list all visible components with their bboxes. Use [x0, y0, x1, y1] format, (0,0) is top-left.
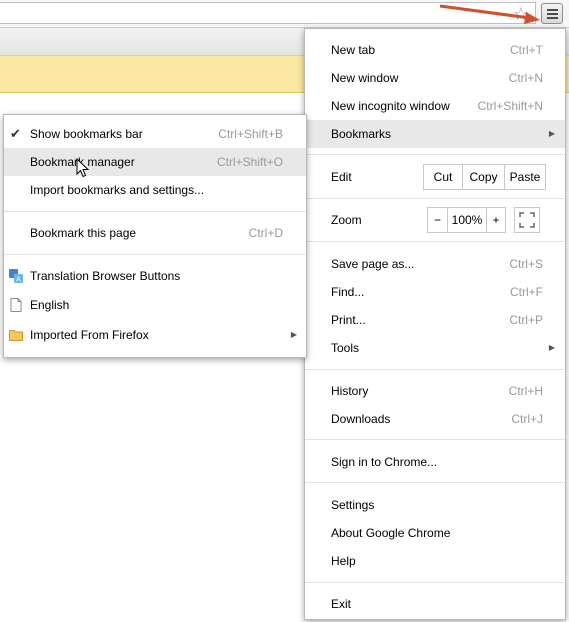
folder-icon [9, 330, 23, 341]
menu-item-about[interactable]: About Google Chrome [305, 519, 565, 547]
svg-text:A: A [16, 277, 21, 284]
menu-separator [305, 439, 565, 440]
zoom-out-button[interactable]: − [428, 208, 448, 232]
menu-separator [4, 211, 306, 212]
menu-item-settings[interactable]: Settings [305, 491, 565, 519]
menu-item-new-tab[interactable]: New tab Ctrl+T [305, 36, 565, 64]
checkmark-icon: ✔ [10, 126, 21, 141]
chevron-right-icon: ▶ [548, 343, 555, 352]
chevron-right-icon: ▶ [548, 129, 555, 138]
mouse-cursor-icon [76, 158, 90, 178]
menu-item-new-incognito-window[interactable]: New incognito window Ctrl+Shift+N [305, 92, 565, 120]
menu-item-history[interactable]: History Ctrl+H [305, 377, 565, 405]
menu-item-exit[interactable]: Exit [305, 590, 565, 618]
paste-button[interactable]: Paste [505, 165, 545, 189]
menu-separator [305, 198, 565, 199]
translate-icon: A [9, 269, 23, 283]
menu-item-print[interactable]: Print... Ctrl+P [305, 306, 565, 334]
menu-item-bookmark-manager[interactable]: Bookmark manager Ctrl+Shift+O [4, 148, 306, 176]
bookmark-item-english[interactable]: English [4, 291, 306, 319]
menu-item-bookmarks[interactable]: Bookmarks ▶ [305, 120, 565, 148]
menu-item-show-bookmarks-bar[interactable]: ✔ Show bookmarks bar Ctrl+Shift+B [4, 120, 306, 148]
menu-item-tools[interactable]: Tools ▶ [305, 334, 565, 362]
menu-item-help[interactable]: Help [305, 547, 565, 575]
menu-item-downloads[interactable]: Downloads Ctrl+J [305, 405, 565, 433]
menu-separator [305, 482, 565, 483]
bookmark-folder-imported-from-firefox[interactable]: Imported From Firefox ▶ [4, 321, 306, 349]
menu-item-save-page[interactable]: Save page as... Ctrl+S [305, 250, 565, 278]
cut-button[interactable]: Cut [424, 165, 463, 189]
zoom-in-button[interactable]: + [487, 208, 505, 232]
bookmarks-submenu: ✔ Show bookmarks bar Ctrl+Shift+B Bookma… [3, 114, 307, 358]
menu-item-sign-in[interactable]: Sign in to Chrome... [305, 448, 565, 476]
menu-item-new-window[interactable]: New window Ctrl+N [305, 64, 565, 92]
edit-button-group: Cut Copy Paste [423, 164, 546, 190]
menu-separator [305, 582, 565, 583]
page-icon [10, 298, 22, 312]
fullscreen-icon [519, 212, 535, 228]
menu-item-find[interactable]: Find... Ctrl+F [305, 278, 565, 306]
chevron-right-icon: ▶ [290, 330, 297, 339]
bookmark-item-translation[interactable]: A Translation Browser Buttons [4, 262, 306, 290]
copy-button[interactable]: Copy [463, 165, 505, 189]
menu-separator [305, 154, 565, 155]
menu-separator [305, 369, 565, 370]
menu-separator [4, 254, 306, 255]
zoom-level: 100% [448, 208, 487, 232]
fullscreen-button[interactable] [514, 207, 540, 233]
zoom-button-group: − 100% + [427, 207, 506, 233]
menu-separator [305, 241, 565, 242]
chrome-main-menu: New tab Ctrl+T New window Ctrl+N New inc… [304, 28, 566, 620]
menu-item-bookmark-this-page[interactable]: Bookmark this page Ctrl+D [4, 219, 306, 247]
menu-item-import-bookmarks[interactable]: Import bookmarks and settings... [4, 176, 306, 204]
